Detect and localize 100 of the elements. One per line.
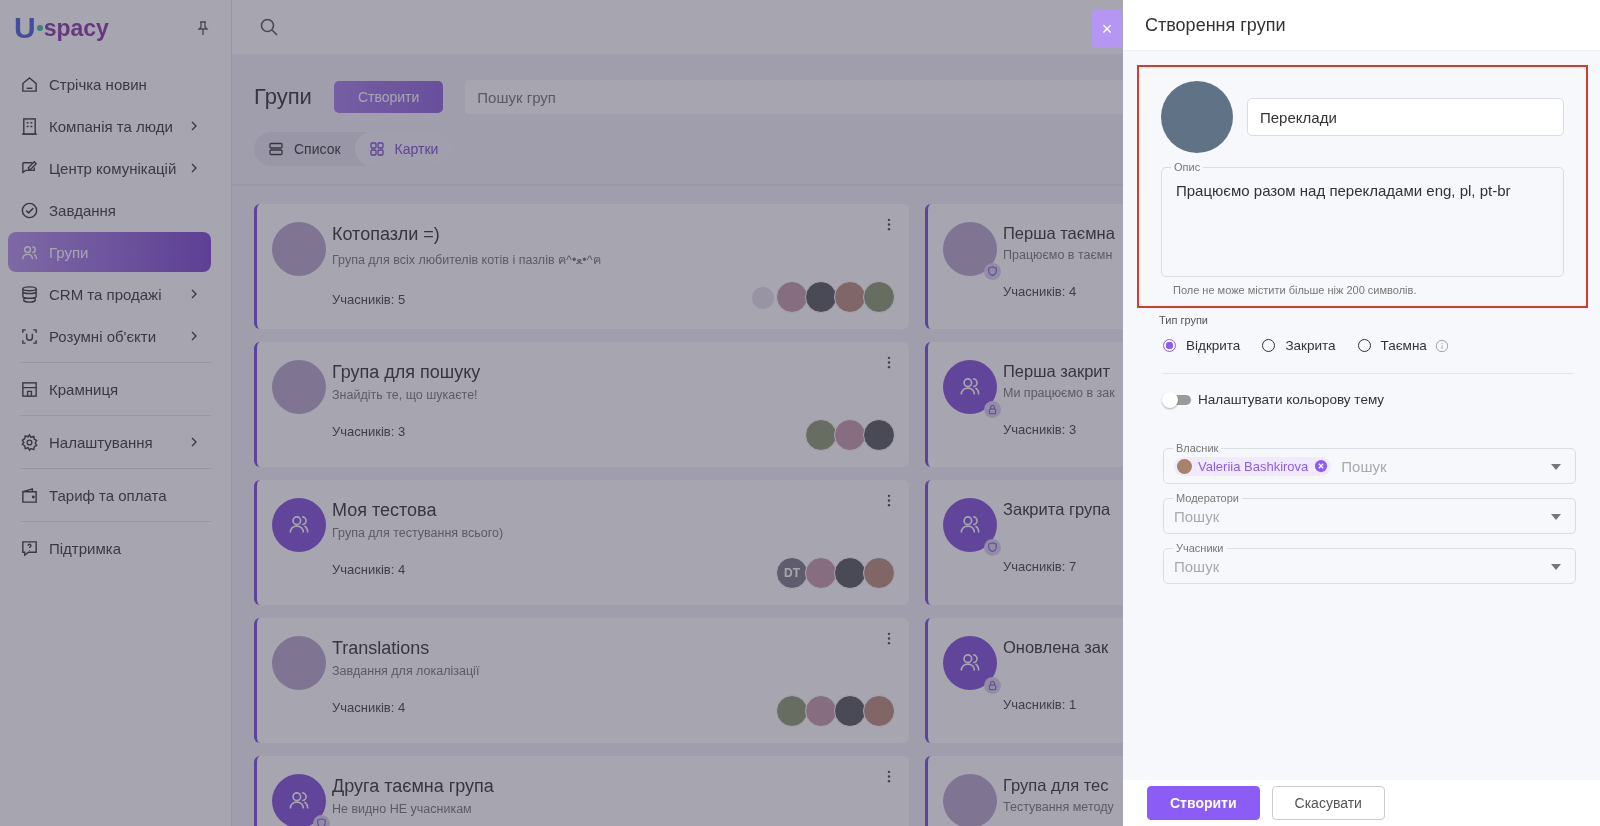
member-count: Учасників: 1 (1003, 697, 1078, 712)
group-title: Перша закрит (1003, 362, 1112, 381)
member-count: Учасників: 4 (332, 562, 407, 577)
group-card[interactable]: Моя тестова Група для тестування всього) Учасників: 4 DT (254, 480, 909, 605)
building-icon (20, 116, 39, 136)
avatar-circle (805, 695, 837, 727)
group-title: Група для пошуку (332, 362, 481, 383)
sidebar-item[interactable]: Тариф та оплата (8, 475, 211, 515)
group-card[interactable]: Друга таємна група Не видно НЕ учасникам (254, 756, 909, 826)
group-title: Котопазли =) (332, 224, 441, 245)
chevron-right-icon (189, 121, 199, 131)
radio-button[interactable] (1163, 339, 1176, 352)
sidebar-item[interactable]: Компанія та люди (8, 106, 211, 146)
search-field[interactable]: Пошук груп (465, 80, 1123, 114)
group-card[interactable]: Закрита група Учасників: 7 (925, 480, 1123, 605)
radio-label[interactable]: Відкрита (1186, 338, 1241, 353)
group-description: Група для тестування всього) (332, 526, 504, 540)
more-icon[interactable] (887, 770, 891, 783)
avatar-circle (863, 695, 895, 727)
member-count: Учасників: 3 (1003, 422, 1078, 437)
avatar-circle (805, 557, 837, 589)
view-tab[interactable]: Список (254, 132, 355, 166)
wallet-icon (20, 485, 39, 505)
photo-placeholder (272, 222, 326, 276)
pin-icon[interactable] (195, 20, 211, 36)
sidebar-item[interactable]: Стрічка новин (8, 64, 211, 104)
group-description: Працюємо в таємн (1003, 248, 1114, 262)
caret-icon (1551, 514, 1561, 520)
cancel-button[interactable]: Скасувати (1271, 786, 1385, 820)
create-button[interactable]: Створити (333, 81, 444, 113)
home-icon (20, 74, 39, 94)
avatar-circle (805, 281, 837, 313)
photo-placeholder (272, 636, 326, 690)
toggle-switch[interactable] (1165, 394, 1191, 405)
sidebar-item[interactable]: Налаштування (8, 422, 211, 462)
sidebar-item[interactable]: CRM та продажі (8, 274, 211, 314)
group-card[interactable]: Оновлена зак Учасників: 1 (925, 618, 1123, 743)
group-card[interactable]: Група для тес Тестування методу (925, 756, 1123, 826)
group-description: Не видно НЕ учасникам (332, 802, 473, 816)
radio-label[interactable]: Таємна (1380, 338, 1427, 353)
radio-label[interactable]: Закрита (1285, 338, 1336, 353)
group-title: Перша таємна (1003, 224, 1115, 243)
group-title: Група для тес (1003, 776, 1110, 795)
group-title: Друга таємна група (332, 776, 494, 797)
group-description: Ми працюємо в зак (1003, 386, 1115, 400)
group-title: Моя тестова (332, 500, 438, 521)
member-count: Учасників: 5 (332, 292, 407, 307)
shield-icon (984, 263, 1001, 280)
caret-icon (1551, 464, 1561, 470)
avatar-circle (805, 419, 837, 451)
shop-icon (20, 379, 39, 399)
photo-placeholder (272, 360, 326, 414)
view-tab[interactable]: Картки (354, 132, 453, 166)
member-count: Учасників: 3 (332, 424, 407, 439)
create-button[interactable]: Створити (1147, 786, 1260, 820)
field-label: Тип групи (1159, 314, 1209, 326)
shield-icon (984, 539, 1001, 556)
scan-icon (20, 326, 39, 346)
avatar-circle (834, 695, 866, 727)
photo-placeholder (943, 222, 997, 276)
sidebar-item[interactable]: Крамниця (8, 369, 211, 409)
remove-icon[interactable] (1314, 459, 1329, 473)
app-logo[interactable]: U spacy (14, 11, 109, 45)
grid-icon (368, 141, 385, 157)
more-icon[interactable] (887, 632, 891, 645)
sidebar-item[interactable]: Завдання (8, 190, 211, 230)
avatar-circle (863, 557, 895, 589)
user-chip[interactable]: Valeriia Bashkirova (1174, 456, 1332, 476)
list-icon (268, 141, 284, 157)
avatar-circle (834, 281, 866, 313)
more-icon[interactable] (887, 356, 891, 369)
chevron-right-icon (189, 437, 199, 447)
drawer-title: Створення групи (1145, 14, 1286, 36)
chevron-right-icon (189, 163, 199, 173)
avatar-circle (863, 419, 895, 451)
group-card[interactable]: Перша таємна Працюємо в таємн Учасників: 4 (925, 204, 1123, 329)
group-card[interactable]: Translations Завдання для локалізації Учасників: 4 (254, 618, 909, 743)
group-description: Тестування методу (1003, 800, 1114, 814)
avatar-circle (776, 281, 808, 313)
group-description: Знайдіть те, що шукаєте! (332, 388, 479, 402)
member-count: Учасників: 4 (332, 700, 407, 715)
more-icon[interactable] (887, 218, 891, 231)
sidebar-item[interactable]: Розумні об'єкти (8, 316, 211, 356)
caret-icon (1551, 564, 1561, 570)
name-field[interactable]: Переклади (1247, 98, 1564, 136)
sidebar-item[interactable]: Центр комунікацій (8, 148, 211, 188)
avatar-circle (834, 419, 866, 451)
group-description: Завдання для локалізації (332, 664, 480, 678)
search-icon[interactable] (259, 17, 279, 37)
help-icon (20, 538, 39, 558)
group-title: Закрита група (1003, 500, 1111, 519)
group-card[interactable]: Перша закрит Ми працюємо в зак Учасників: 3 (925, 342, 1123, 467)
coins-icon (20, 284, 39, 304)
member-count: Учасників: 7 (1003, 559, 1078, 574)
more-icon[interactable] (887, 494, 891, 507)
member-count: Учасників: 4 (1003, 284, 1078, 299)
check-icon (20, 200, 39, 220)
avatar-circle (863, 281, 895, 313)
sidebar-item[interactable]: Підтримка (8, 528, 211, 568)
group-card[interactable]: Група для пошуку Знайдіть те, що шукаєте! Учасників: 3 (254, 342, 909, 467)
